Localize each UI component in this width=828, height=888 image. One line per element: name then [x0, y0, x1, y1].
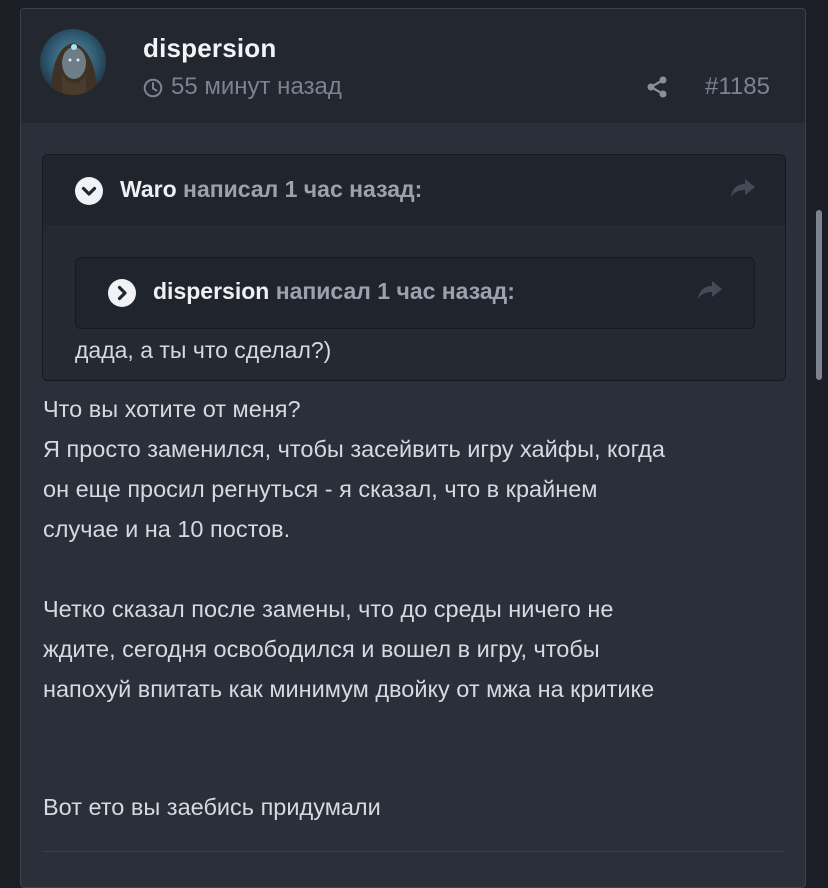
post-time-text: 55 минут назад	[171, 73, 342, 100]
scrollbar[interactable]	[816, 210, 822, 380]
nested-quote-meta: написал 1 час назад:	[269, 278, 515, 304]
quote-header: Waro написал 1 час назад:	[43, 155, 785, 225]
post-body: Что вы хотите от меня? Я просто заменилс…	[43, 389, 783, 827]
quote-text: дада, а ты что сделал?)	[75, 337, 332, 363]
body-line: случае и на 10 постов.	[43, 516, 291, 542]
forum-post: dispersion 55 минут назад #1185 Waro нап…	[20, 8, 806, 888]
quote-title: Waro написал 1 час назад:	[120, 176, 422, 203]
reply-arrow-icon[interactable]	[729, 177, 757, 199]
quote-author[interactable]: Waro	[120, 176, 177, 202]
share-icon[interactable]	[645, 75, 669, 99]
post-time: 55 минут назад	[143, 73, 342, 101]
quote-meta: написал 1 час назад:	[176, 176, 423, 202]
chevron-right-icon[interactable]	[108, 279, 136, 307]
quote-block: Waro написал 1 час назад: dispersion нап…	[42, 154, 786, 381]
chevron-down-icon[interactable]	[75, 177, 103, 205]
nested-quote-block: dispersion написал 1 час назад:	[75, 257, 755, 329]
body-line: ждите, сегодня освободился и вошел в игр…	[43, 636, 600, 662]
nested-quote-author[interactable]: dispersion	[153, 278, 269, 304]
body-line: Вот ето вы заебись придумали	[43, 794, 381, 820]
nested-quote-title: dispersion написал 1 час назад:	[153, 278, 515, 305]
body-line: Я просто заменился, чтобы засейвить игру…	[43, 436, 665, 462]
clock-icon	[143, 77, 163, 98]
body-line: напохуй впитать как минимум двойку от мж…	[43, 676, 655, 702]
avatar[interactable]	[40, 29, 106, 95]
reply-arrow-icon[interactable]	[696, 279, 724, 301]
divider	[43, 851, 785, 852]
post-header: dispersion 55 минут назад #1185	[21, 9, 805, 123]
body-line: Что вы хотите от меня?	[43, 396, 301, 422]
post-number-link[interactable]: #1185	[705, 73, 770, 101]
body-line: он еще просил регнуться - я сказал, что …	[43, 476, 598, 502]
author-name[interactable]: dispersion	[143, 33, 276, 64]
body-line: Четко сказал после замены, что до среды …	[43, 596, 614, 622]
avatar-image	[40, 29, 106, 95]
